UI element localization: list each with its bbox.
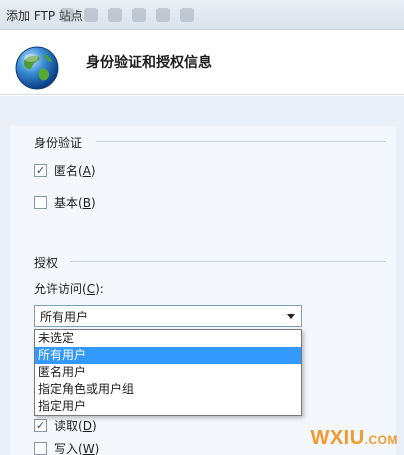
page-title: 身份验证和授权信息: [86, 55, 212, 71]
allow-access-dropdown[interactable]: 未选定 所有用户 匿名用户 指定角色或用户组 指定用户: [34, 329, 302, 416]
toolbar-icon: [180, 8, 194, 22]
basic-label: 基本(B): [54, 196, 96, 210]
section-divider: [96, 141, 386, 142]
allow-access-label: 允许访问(C):: [34, 282, 104, 296]
title-bar: 添加 FTP 站点: [0, 0, 404, 30]
anonymous-checkbox[interactable]: ✓: [34, 164, 47, 177]
toolbar-icon: [108, 8, 122, 22]
toolbar-icon: [132, 8, 146, 22]
write-label: 写入(W): [54, 442, 100, 455]
authorization-title: 授权: [34, 256, 59, 270]
authentication-title: 身份验证: [34, 136, 83, 150]
wizard-header: 身份验证和授权信息: [0, 30, 404, 95]
basic-checkbox[interactable]: [34, 196, 47, 209]
read-checkbox-row[interactable]: ✓ 读取(D): [34, 417, 97, 434]
read-checkbox[interactable]: ✓: [34, 419, 47, 432]
chevron-down-icon[interactable]: [287, 314, 295, 319]
toolbar-strip: [60, 4, 400, 26]
basic-checkbox-row[interactable]: 基本(B): [34, 194, 96, 211]
write-checkbox[interactable]: [34, 442, 47, 455]
option-unselected[interactable]: 未选定: [35, 330, 301, 347]
option-specified-users[interactable]: 指定用户: [35, 398, 301, 415]
read-label: 读取(D): [54, 419, 97, 433]
option-all-users[interactable]: 所有用户: [35, 347, 301, 364]
allow-access-combobox[interactable]: 所有用户: [34, 305, 302, 327]
toolbar-icon: [60, 8, 74, 22]
write-checkbox-row[interactable]: 写入(W): [34, 440, 99, 455]
option-anonymous-users[interactable]: 匿名用户: [35, 364, 301, 381]
option-roles-or-groups[interactable]: 指定角色或用户组: [35, 381, 301, 398]
combobox-value: 所有用户: [40, 309, 89, 324]
toolbar-icon: [156, 8, 170, 22]
anonymous-checkbox-row[interactable]: ✓ 匿名(A): [34, 162, 96, 179]
section-divider: [70, 261, 386, 262]
toolbar-icon: [84, 8, 98, 22]
globe-icon: [15, 46, 59, 90]
watermark-logo: WXIU.COM: [310, 427, 398, 449]
anonymous-label: 匿名(A): [54, 164, 96, 178]
